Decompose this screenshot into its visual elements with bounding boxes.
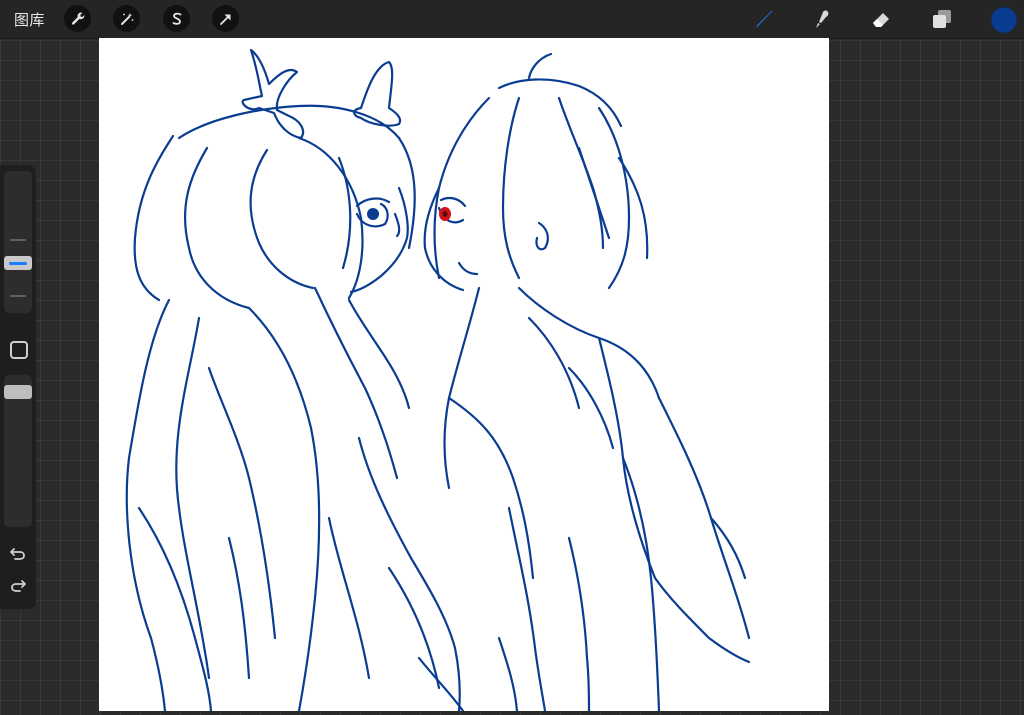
drawing-canvas[interactable] xyxy=(99,38,829,711)
eraser-icon xyxy=(873,13,889,27)
brush-size-slider[interactable] xyxy=(4,171,32,313)
undo-icon xyxy=(10,548,25,560)
magic-wand-icon xyxy=(120,12,133,25)
slider-tick xyxy=(10,295,26,297)
redo-icon xyxy=(11,580,26,592)
transform-button[interactable] xyxy=(212,5,239,32)
layers-button[interactable] xyxy=(928,5,956,33)
wrench-icon xyxy=(71,12,84,25)
top-toolbar: 图库 xyxy=(0,0,1024,39)
sketch-artwork xyxy=(125,48,751,711)
brush-icon xyxy=(756,10,773,29)
selection-icon xyxy=(172,12,181,25)
modify-button[interactable] xyxy=(10,341,28,359)
actions-button[interactable] xyxy=(64,5,91,32)
eraser-button[interactable] xyxy=(868,5,896,33)
slider-tick xyxy=(10,239,26,241)
gallery-button[interactable]: 图库 xyxy=(14,9,45,30)
adjustments-button[interactable] xyxy=(113,5,140,32)
smudge-icon xyxy=(816,10,829,28)
selection-button[interactable] xyxy=(163,5,190,32)
undo-button[interactable] xyxy=(8,543,28,563)
brush-size-handle[interactable] xyxy=(4,256,32,270)
color-swatch[interactable] xyxy=(991,7,1017,33)
smudge-button[interactable] xyxy=(808,5,836,33)
brush-button[interactable] xyxy=(750,5,778,33)
left-sidebar xyxy=(0,165,36,609)
redo-button[interactable] xyxy=(8,577,28,597)
opacity-handle[interactable] xyxy=(4,385,32,399)
transform-arrow-icon xyxy=(219,14,230,25)
layers-icon xyxy=(933,10,951,28)
